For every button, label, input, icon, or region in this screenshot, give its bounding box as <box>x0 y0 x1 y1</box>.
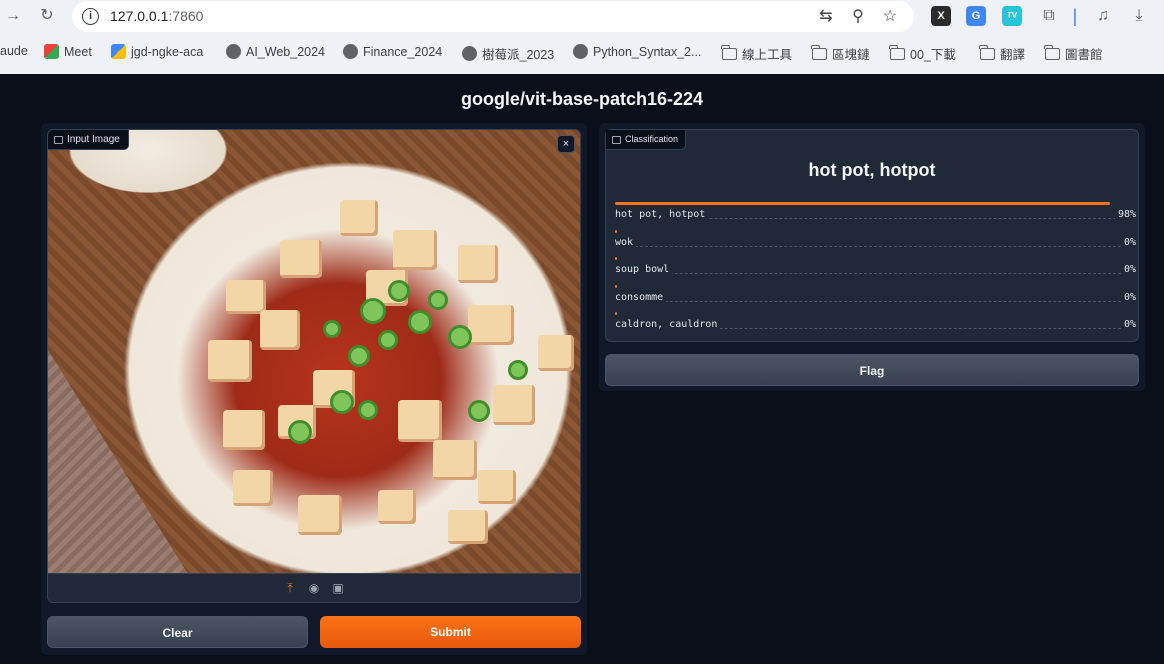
bookmark-folder[interactable]: 線上工具 <box>721 44 792 63</box>
github-icon <box>573 44 588 59</box>
input-image-label: Input Image <box>48 130 129 150</box>
forward-arrow-icon[interactable]: → <box>2 6 24 26</box>
confidence-bar <box>615 284 617 288</box>
bookmark-folder[interactable]: 區塊鏈 <box>811 44 870 63</box>
google-meet-icon <box>111 44 126 59</box>
classification-label: Classification <box>606 130 687 150</box>
flag-button[interactable]: Flag <box>605 354 1139 386</box>
folder-icon <box>889 44 905 60</box>
close-image-button[interactable]: × <box>557 135 575 153</box>
classification-output: Classification hot pot, hotpot hot pot, … <box>605 129 1139 342</box>
image-input[interactable]: Input Image × ⤒ ◉ ▣ <box>47 129 581 603</box>
confidence-row: caldron, cauldron 0% <box>615 312 1136 332</box>
confidence-row: consomme 0% <box>615 284 1136 305</box>
output-panel: Classification hot pot, hotpot hot pot, … <box>599 123 1145 391</box>
webcam-icon[interactable]: ◉ <box>307 581 321 595</box>
confidence-bar <box>615 312 617 315</box>
image-icon <box>54 135 63 144</box>
google-meet-icon <box>44 44 59 59</box>
folder-icon <box>979 44 995 60</box>
submit-button[interactable]: Submit <box>320 616 581 648</box>
media-control-icon[interactable]: ♫ <box>1092 6 1114 26</box>
label-icon <box>612 135 621 144</box>
confidence-label: consomme <box>615 291 667 303</box>
bookmark-folder[interactable]: 00_下載 <box>889 44 956 63</box>
tv-extension-icon[interactable]: TV <box>1002 6 1022 26</box>
confidence-bar <box>615 257 617 260</box>
confidence-value: 0% <box>1120 236 1136 248</box>
bookmark-item[interactable]: AI_Web_2024 <box>226 44 325 59</box>
github-icon <box>226 44 241 59</box>
confidence-value: 0% <box>1120 264 1136 275</box>
bookmark-item[interactable]: aude <box>0 44 28 58</box>
confidence-label: caldron, cauldron <box>615 319 721 330</box>
confidence-row: wok 0% <box>615 229 1136 250</box>
reload-icon[interactable]: ↻ <box>36 6 58 26</box>
confidence-bar <box>615 202 1110 205</box>
confidence-label: wok <box>615 236 637 248</box>
bookmarks-bar: aude Meet jgd-ngke-aca AI_Web_2024 Finan… <box>0 38 1164 66</box>
clipboard-icon[interactable]: ▣ <box>331 581 345 595</box>
download-icon[interactable]: ⤓ <box>1128 6 1150 26</box>
github-icon <box>343 44 358 59</box>
extensions-puzzle-icon[interactable]: ⧉ <box>1038 6 1060 26</box>
bookmark-item[interactable]: Finance_2024 <box>343 44 442 59</box>
bookmark-item[interactable]: Meet <box>44 44 92 59</box>
address-bar[interactable]: i 127.0.0.1:7860 ⇆ ⚲ ☆ <box>72 1 914 32</box>
upload-icon[interactable]: ⤒ <box>283 581 297 595</box>
confidence-value: 0% <box>1120 319 1136 330</box>
google-translate-extension-icon[interactable]: G <box>966 6 986 26</box>
bookmark-item[interactable]: Python_Syntax_2... <box>573 44 701 59</box>
confidence-bar <box>615 229 617 233</box>
x-extension-icon[interactable]: X <box>931 6 951 26</box>
page-title: google/vit-base-patch16-224 <box>460 89 704 109</box>
divider-icon: | <box>1072 6 1078 26</box>
url-text: 127.0.0.1:7860 <box>110 8 204 24</box>
confidence-row: hot pot, hotpot 98% <box>615 202 1136 222</box>
bookmark-item[interactable]: 樹莓派_2023 <box>462 44 554 63</box>
image-source-toolbar: ⤒ ◉ ▣ <box>48 573 580 602</box>
folder-icon <box>721 44 737 60</box>
confidence-label: hot pot, hotpot <box>615 209 709 220</box>
confidence-row: soup bowl 0% <box>615 257 1136 277</box>
bookmark-item[interactable]: jgd-ngke-aca <box>111 44 203 59</box>
confidence-value: 98% <box>1114 209 1136 220</box>
folder-icon <box>1044 44 1060 60</box>
top-prediction: hot pot, hotpot <box>808 160 936 180</box>
bookmark-folder[interactable]: 翻譯 <box>979 44 1025 63</box>
bookmark-star-icon[interactable]: ☆ <box>880 7 900 27</box>
uploaded-food-image <box>48 130 580 574</box>
bookmark-folder[interactable]: 圖書館 <box>1044 44 1103 63</box>
confidence-label: soup bowl <box>615 264 673 275</box>
input-panel: Input Image × ⤒ ◉ ▣ Clear Submit <box>41 123 587 655</box>
folder-icon <box>811 44 827 60</box>
clear-button[interactable]: Clear <box>47 616 308 648</box>
site-info-icon[interactable]: i <box>82 8 99 25</box>
translate-icon[interactable]: ⇆ <box>816 7 836 27</box>
github-icon <box>462 46 477 61</box>
zoom-icon[interactable]: ⚲ <box>848 7 868 27</box>
confidence-value: 0% <box>1120 291 1136 303</box>
browser-chrome: → ↻ i 127.0.0.1:7860 ⇆ ⚲ ☆ X G TV ⧉ | ♫ … <box>0 0 1164 74</box>
